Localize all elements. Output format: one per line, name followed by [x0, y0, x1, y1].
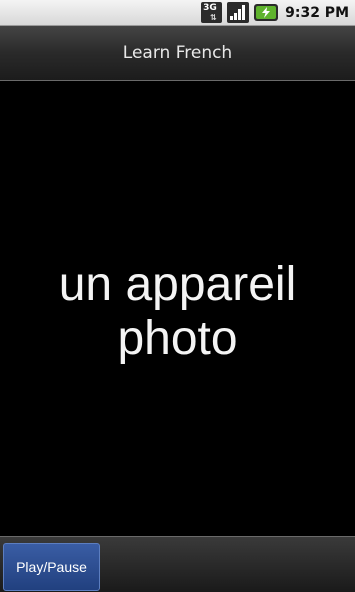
data-arrows-icon: ⇅ — [210, 13, 217, 22]
clock: 9:32 PM — [285, 4, 349, 21]
3g-data-icon: 3G ⇅ — [201, 2, 223, 23]
status-bar: 3G ⇅ 9:32 PM — [0, 0, 355, 26]
flashcard-word: un appareil photo — [0, 258, 355, 366]
play-pause-button[interactable]: Play/Pause — [3, 543, 100, 591]
title-bar: Learn French — [0, 26, 355, 81]
network-type-label: 3G — [203, 3, 217, 13]
screen: 3G ⇅ 9:32 PM Learn French un appareil ph… — [0, 0, 355, 592]
status-icons: 3G ⇅ 9:32 PM — [201, 0, 349, 25]
battery-charging-icon — [254, 4, 279, 21]
flashcard-word-line-2: photo — [117, 312, 238, 365]
flashcard-area: un appareil photo — [0, 82, 355, 536]
app-title: Learn French — [122, 43, 233, 63]
bottom-bar: Play/Pause — [0, 536, 355, 592]
signal-icon — [227, 2, 250, 23]
flashcard-word-line-1: un appareil — [58, 258, 297, 311]
